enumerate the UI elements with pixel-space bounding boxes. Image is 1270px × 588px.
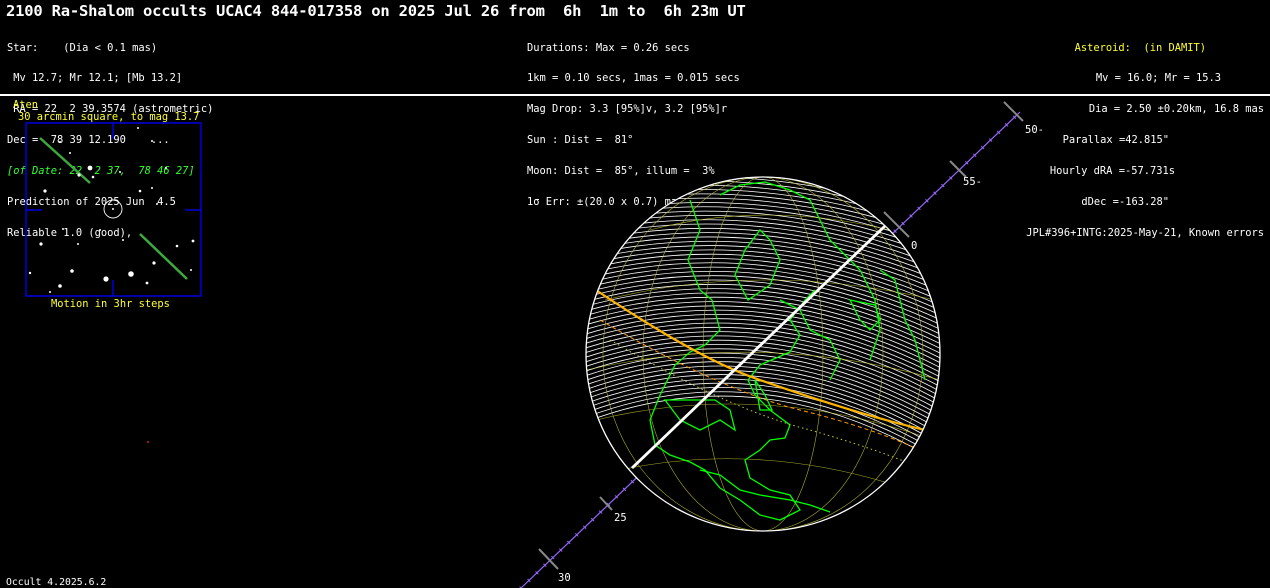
motion-line-2 [139, 233, 188, 280]
track-label-25: 25 [614, 512, 627, 524]
finder-chart [25, 122, 202, 443]
earth-globe [585, 176, 941, 532]
track-label-30: 30 [558, 572, 571, 584]
track-label-50: 50- [1025, 124, 1044, 136]
track-label-0: 0 [911, 240, 917, 252]
time-tick-55 [949, 160, 967, 178]
occultation-diagram: 50- 55- 0 25 30 [25, 101, 1044, 588]
software-version: Occult 4.2025.6.2 [6, 577, 107, 588]
time-tick-30 [538, 548, 559, 570]
motion-line-1 [39, 137, 91, 184]
track-label-55: 55- [963, 176, 982, 188]
